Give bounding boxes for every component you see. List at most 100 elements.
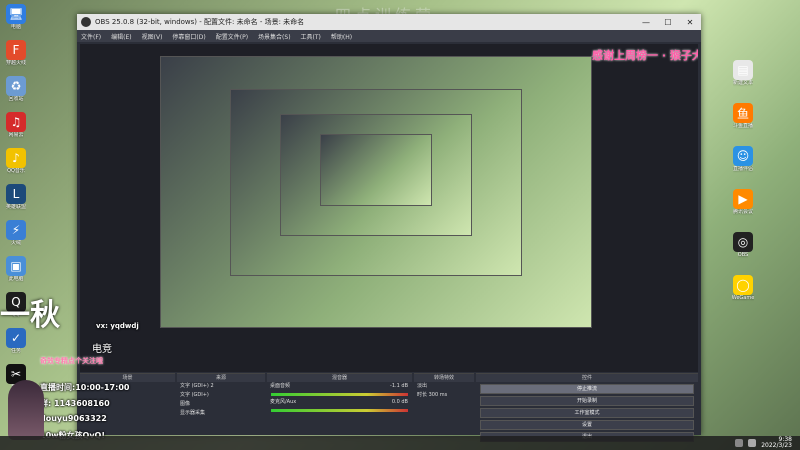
desktop-icon[interactable]: ♪ QQ音乐 bbox=[3, 148, 29, 175]
mixer-dock-title: 混音器 bbox=[267, 374, 412, 382]
control-button[interactable]: 停止推流 bbox=[480, 384, 694, 394]
desktop-icon-label: 新建文本 bbox=[732, 80, 753, 86]
desktop-icon[interactable]: ◎ OBS bbox=[730, 232, 756, 259]
volume-meter[interactable] bbox=[271, 393, 408, 396]
desktop-icon[interactable]: ◯ WeGame bbox=[730, 275, 756, 302]
controls-dock: 控件 停止推流开始录制工作室模式设置退出 bbox=[476, 373, 698, 442]
source-item[interactable]: 图像 bbox=[177, 400, 265, 409]
close-icon[interactable]: ✕ bbox=[679, 18, 701, 27]
transitions-dock: 转场特效 淡出 时长 300 ms bbox=[414, 373, 474, 433]
sources-dock: 来源 文字 (GDI+) 2 文字 (GDI+) 图像 显示器采集 bbox=[177, 373, 265, 433]
desktop-icon-label: 火绒 bbox=[10, 240, 21, 246]
wegame-icon: ◯ bbox=[733, 275, 753, 295]
transition-type[interactable]: 淡出 bbox=[414, 382, 474, 391]
desktop-icon[interactable]: ♫ 网易云 bbox=[3, 112, 29, 139]
desktop-icon-label: 斗鱼直播 bbox=[732, 123, 753, 129]
anime-character-image bbox=[8, 380, 44, 440]
desktop-icons-right: ▤ 新建文本鱼斗鱼直播 ☺ 直播伴侣 ▶ 腾讯会议 ◎ OBS ◯ WeGame bbox=[730, 60, 756, 302]
desktop-icon-label: 此电脑 bbox=[8, 276, 24, 282]
desktop-icon-label: 网易云 bbox=[8, 132, 24, 138]
menu-item[interactable]: 场景集合(S) bbox=[258, 32, 291, 41]
menu-item[interactable]: 配置文件(P) bbox=[216, 32, 248, 41]
control-button[interactable]: 开始录制 bbox=[480, 396, 694, 406]
desktop-icon[interactable]: F 穿越火线 bbox=[3, 40, 29, 67]
desktop-icon[interactable]: 鱼斗鱼直播 bbox=[730, 103, 756, 130]
desktop-icon[interactable]: 🖥 电脑 bbox=[3, 4, 29, 31]
obs-icon: ◎ bbox=[733, 232, 753, 252]
douyu-icon: 鱼 bbox=[733, 103, 753, 123]
overlay-line: 直播时间:10:00-17:00 bbox=[40, 383, 130, 392]
control-button[interactable]: 工作室模式 bbox=[480, 408, 694, 418]
duration-input[interactable]: 300 ms bbox=[429, 392, 448, 398]
window-controls: — ☐ ✕ bbox=[635, 18, 701, 27]
desktop-icon[interactable]: ▣ 此电脑 bbox=[3, 256, 29, 283]
source-item[interactable]: 显示器采集 bbox=[177, 409, 265, 418]
desktop-icon[interactable]: ▤ 新建文本 bbox=[730, 60, 756, 87]
title-bar[interactable]: OBS 25.0.8 (32-bit, windows) - 配置文件: 未命名… bbox=[77, 14, 701, 30]
desktop-icon-label: 直播伴侣 bbox=[732, 166, 753, 172]
cf-icon: F bbox=[6, 40, 26, 60]
overlay-line: douyu9063322 bbox=[40, 414, 107, 423]
menu-item[interactable]: 文件(F) bbox=[81, 32, 101, 41]
transition-duration-row: 时长 300 ms bbox=[414, 391, 474, 400]
duration-label: 时长 bbox=[417, 392, 428, 398]
controls-dock-title: 控件 bbox=[476, 374, 698, 382]
qqmusic-icon: ♪ bbox=[6, 148, 26, 168]
desktop-icon[interactable]: ♻ 回收站 bbox=[3, 76, 29, 103]
sources-dock-title: 来源 bbox=[177, 374, 265, 382]
desktop-icon[interactable]: L 英雄联盟 bbox=[3, 184, 29, 211]
menu-item[interactable]: 帮助(H) bbox=[331, 32, 352, 41]
shield-icon: ⚡ bbox=[6, 220, 26, 240]
mixer-track: 麦克风/Aux 0.0 dB bbox=[267, 398, 412, 407]
menu-item[interactable]: 停靠窗口(D) bbox=[172, 32, 205, 41]
obs-logo-icon bbox=[81, 17, 91, 27]
desktop-icon-label: 英雄联盟 bbox=[5, 204, 26, 210]
pc-icon: ▣ bbox=[6, 256, 26, 276]
meeting-icon: ▶ bbox=[733, 189, 753, 209]
overlay-line: 群: 1143608160 bbox=[40, 399, 110, 408]
control-button[interactable]: 设置 bbox=[480, 420, 694, 430]
menu-item[interactable]: 编辑(E) bbox=[111, 32, 131, 41]
source-item[interactable]: 文字 (GDI+) bbox=[177, 391, 265, 400]
overlay-vx: vx: yqdwdj bbox=[96, 322, 139, 330]
streamer-overlay: 一秋 电竞 vx: yqdwdj 奇效专精点个关注哦 直播时间:10:00-17… bbox=[0, 290, 190, 450]
volume-icon[interactable] bbox=[748, 439, 757, 447]
desktop-icon-label: 电脑 bbox=[10, 24, 21, 30]
nested-preview bbox=[320, 134, 432, 206]
desktop-icon-label: 穿越火线 bbox=[5, 60, 26, 66]
maximize-icon[interactable]: ☐ bbox=[657, 18, 679, 27]
clock-date: 2022/3/23 bbox=[761, 442, 792, 449]
overlay-slogan: 奇效专精点个关注哦 bbox=[40, 357, 103, 365]
desktop-icon[interactable]: ▶ 腾讯会议 bbox=[730, 189, 756, 216]
track-db: -1.1 dB bbox=[390, 383, 408, 389]
desktop-icon-label: 腾讯会议 bbox=[732, 209, 753, 215]
recycle-icon: ♻ bbox=[6, 76, 26, 96]
clock[interactable]: 9:38 2022/3/23 bbox=[761, 437, 792, 449]
overlay-sub: 电竞 bbox=[92, 344, 112, 355]
window-title: OBS 25.0.8 (32-bit, windows) - 配置文件: 未命名… bbox=[95, 18, 305, 26]
network-icon[interactable] bbox=[735, 439, 744, 447]
track-name: 桌面音频 bbox=[270, 383, 291, 389]
music-icon: ♫ bbox=[6, 112, 26, 132]
desktop-icon-label: WeGame bbox=[731, 295, 755, 301]
track-name: 麦克风/Aux bbox=[270, 399, 297, 405]
desktop-icon-label: OBS bbox=[737, 252, 749, 258]
lol-icon: L bbox=[6, 184, 26, 204]
transitions-dock-title: 转场特效 bbox=[414, 374, 474, 382]
desktop-icon-label: QQ音乐 bbox=[7, 168, 25, 174]
desktop-icon[interactable]: ☺ 直播伴侣 bbox=[730, 146, 756, 173]
volume-meter[interactable] bbox=[271, 409, 408, 412]
live-icon: ☺ bbox=[733, 146, 753, 166]
menu-bar: 文件(F) 编辑(E) 视图(V) 停靠窗口(D) 配置文件(P) 场景集合(S) 工具(T… bbox=[77, 30, 701, 42]
menu-item[interactable]: 视图(V) bbox=[142, 32, 163, 41]
mixer-dock: 混音器 桌面音频 -1.1 dB 麦克风/Aux 0.0 dB bbox=[267, 373, 412, 433]
thanks-banner: 感谢上周榜一 · 猴子大少爷 bbox=[592, 49, 698, 62]
desktop-icon[interactable]: ⚡ 火绒 bbox=[3, 220, 29, 247]
menu-item[interactable]: 工具(T) bbox=[301, 32, 321, 41]
source-item[interactable]: 文字 (GDI+) 2 bbox=[177, 382, 265, 391]
mixer-track: 桌面音频 -1.1 dB bbox=[267, 382, 412, 391]
taskbar: 9:38 2022/3/23 bbox=[0, 436, 800, 450]
track-db: 0.0 dB bbox=[391, 399, 408, 405]
doc-icon: ▤ bbox=[733, 60, 753, 80]
minimize-icon[interactable]: — bbox=[635, 18, 657, 27]
